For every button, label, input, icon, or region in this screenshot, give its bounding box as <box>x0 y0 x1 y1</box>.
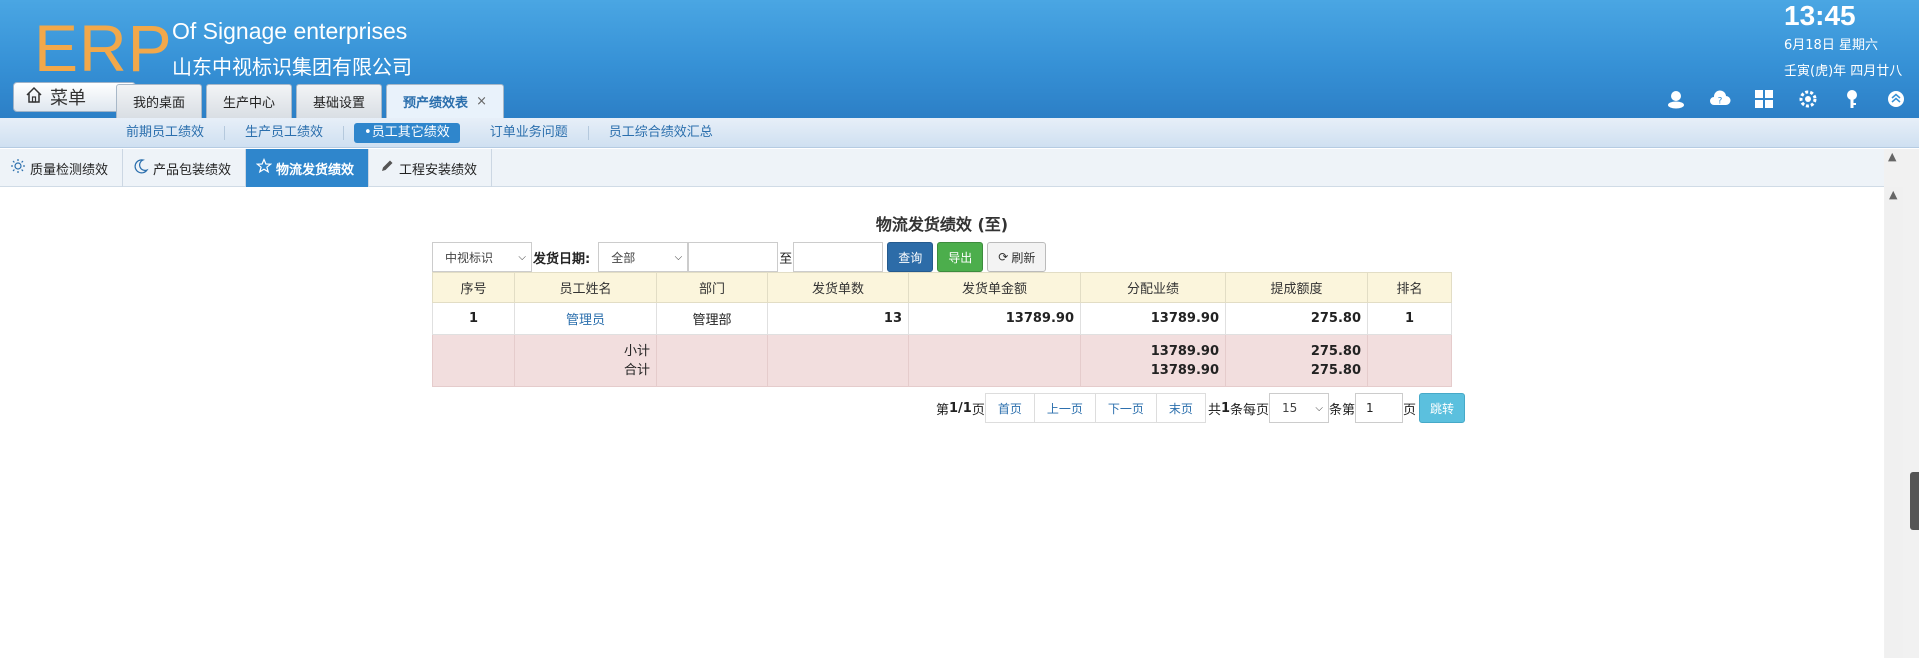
chevron-down-icon: ⌵ <box>518 251 526 263</box>
cell-count: 13 <box>767 302 909 335</box>
tab-performance-table[interactable]: 预产绩效表 × <box>386 84 504 118</box>
refresh-button[interactable]: ⟳ 刷新 <box>987 242 1047 272</box>
tab-quality-inspection[interactable]: 质量检测绩效 <box>0 149 124 187</box>
header-toolbar: ? <box>1665 88 1907 110</box>
query-button[interactable]: 查询 <box>887 242 934 272</box>
chevron-down-icon: ⌵ <box>1315 402 1324 414</box>
filter-bar: 中视标识 ⌵ 发货日期: 全部 ⌵ 至 查询 导出 ⟳ 刷新 <box>432 242 1047 272</box>
chevron-down-icon: ⌵ <box>674 251 683 263</box>
user-icon[interactable] <box>1665 88 1687 110</box>
moon-icon <box>133 158 149 178</box>
subtotal-label: 小计 <box>623 343 650 359</box>
total-count: 1 <box>1220 400 1230 416</box>
subnav-other-performance[interactable]: •员工其它绩效 <box>354 122 460 143</box>
table-row: 1 管理员 管理部 13 13789.90 13789.90 275.80 1 <box>432 302 1452 335</box>
company-name-cn: 山东中视标识集团有限公司 <box>172 55 412 79</box>
first-page-button[interactable]: 首页 <box>984 393 1035 423</box>
pagination: 第 1/1 页 首页 上一页 下一页 末页 共 1 条每页 15 ⌵ 条第 1 … <box>936 393 1466 423</box>
date-from-input[interactable] <box>688 242 779 272</box>
help-cloud-icon[interactable]: ? <box>1709 88 1731 110</box>
prev-page-button[interactable]: 上一页 <box>1033 393 1096 423</box>
home-icon <box>24 85 44 110</box>
collapse-icon[interactable] <box>1885 88 1907 110</box>
col-header-commission: 提成额度 <box>1225 272 1368 303</box>
col-header-perf: 分配业绩 <box>1080 272 1226 303</box>
subnav-order-issues[interactable]: 订单业务问题 <box>470 125 589 140</box>
company-select[interactable]: 中视标识 ⌵ <box>432 242 532 272</box>
subnav-early-performance[interactable]: 前期员工绩效 <box>106 125 226 140</box>
subtotal-perf: 13789.90 <box>1150 343 1219 359</box>
export-button[interactable]: 导出 <box>937 242 984 272</box>
subnav-summary[interactable]: 员工综合绩效汇总 <box>589 125 733 140</box>
col-header-rank: 排名 <box>1367 272 1452 303</box>
to-label: 至 <box>779 251 793 267</box>
cell-perf: 13789.90 <box>1080 302 1226 335</box>
scroll-up-icon[interactable]: ▲ <box>1889 188 1897 201</box>
goto-page-input[interactable]: 1 <box>1355 393 1404 423</box>
total-commission: 275.80 <box>1310 362 1361 378</box>
page-title: 物流发货绩效 (至) <box>875 215 1009 234</box>
refresh-icon: ⟳ <box>998 250 1009 264</box>
cell-amount: 13789.90 <box>908 302 1081 335</box>
erp-logo: ERP <box>34 11 173 85</box>
star-icon <box>255 157 273 178</box>
total-label: 合计 <box>623 362 650 378</box>
vertical-scrollbar[interactable]: ▲ ▲ <box>1884 149 1919 658</box>
col-header-no: 序号 <box>432 272 515 303</box>
scroll-up-icon[interactable]: ▲ <box>1888 150 1896 163</box>
sun-icon <box>10 158 26 178</box>
company-name-en: Of Signage enterprises <box>172 18 408 44</box>
per-page-select[interactable]: 15 ⌵ <box>1269 393 1330 423</box>
col-header-dept: 部门 <box>656 272 768 303</box>
performance-tab-bar: 质量检测绩效 产品包装绩效 物流发货绩效 工程安装绩效 <box>0 149 1884 187</box>
table-header-row: 序号 员工姓名 部门 发货单数 发货单金额 分配业绩 提成额度 排名 <box>432 272 1452 303</box>
cell-no: 1 <box>432 302 515 335</box>
lunar-date: 壬寅(虎)年 四月廿八 <box>1784 64 1903 79</box>
next-page-button[interactable]: 下一页 <box>1094 393 1157 423</box>
tab-product-packaging[interactable]: 产品包装绩效 <box>123 149 247 187</box>
col-header-amount: 发货单金额 <box>908 272 1081 303</box>
col-header-count: 发货单数 <box>767 272 909 303</box>
gear-icon[interactable] <box>1797 88 1819 110</box>
subnav-production-performance[interactable]: 生产员工绩效 <box>225 125 345 140</box>
tab-logistics-shipping[interactable]: 物流发货绩效 <box>246 149 370 187</box>
total-perf: 13789.90 <box>1150 362 1219 378</box>
col-header-name: 员工姓名 <box>514 272 657 303</box>
clock-date: 6月18日 星期六 <box>1784 38 1878 53</box>
ship-date-label: 发货日期: <box>533 251 591 267</box>
performance-table: 序号 员工姓名 部门 发货单数 发货单金额 分配业绩 提成额度 排名 1 管理员… <box>432 272 1452 387</box>
side-panel-handle[interactable] <box>1910 472 1919 530</box>
cell-dept: 管理部 <box>656 302 768 335</box>
clock-time: 13:45 <box>1784 0 1856 31</box>
svg-text:?: ? <box>1718 97 1723 107</box>
cell-commission: 275.80 <box>1225 302 1368 335</box>
pencil-icon <box>379 158 395 178</box>
tab-engineering-install[interactable]: 工程安装绩效 <box>369 149 493 187</box>
date-to-input[interactable] <box>793 242 884 272</box>
employee-name-link[interactable]: 管理员 <box>514 302 657 335</box>
tab-production-center[interactable]: 生产中心 <box>206 84 293 118</box>
apps-icon[interactable] <box>1753 88 1775 110</box>
tab-my-desktop[interactable]: 我的桌面 <box>116 84 203 118</box>
top-tab-bar: 我的桌面 生产中心 基础设置 预产绩效表 × <box>116 84 504 118</box>
summary-row: 小计 合计 13789.90 13789.90 275.80 275.80 <box>432 334 1452 387</box>
date-range-select[interactable]: 全部 ⌵ <box>598 242 689 272</box>
menu-label: 菜单 <box>50 88 86 109</box>
jump-button[interactable]: 跳转 <box>1419 393 1466 423</box>
scroll-track[interactable]: ▲ <box>1885 187 1903 658</box>
last-page-button[interactable]: 末页 <box>1155 393 1206 423</box>
cell-rank: 1 <box>1367 302 1452 335</box>
app-header: ERP Of Signage enterprises 山东中视标识集团有限公司 … <box>0 0 1919 118</box>
close-icon[interactable]: × <box>476 94 487 109</box>
page-info: 1/1 <box>949 400 972 416</box>
sub-navigation: 前期员工绩效 生产员工绩效 •员工其它绩效 订单业务问题 员工综合绩效汇总 <box>0 118 1919 148</box>
subtotal-commission: 275.80 <box>1310 343 1361 359</box>
key-icon[interactable] <box>1841 88 1863 110</box>
tab-basic-settings[interactable]: 基础设置 <box>296 84 383 118</box>
